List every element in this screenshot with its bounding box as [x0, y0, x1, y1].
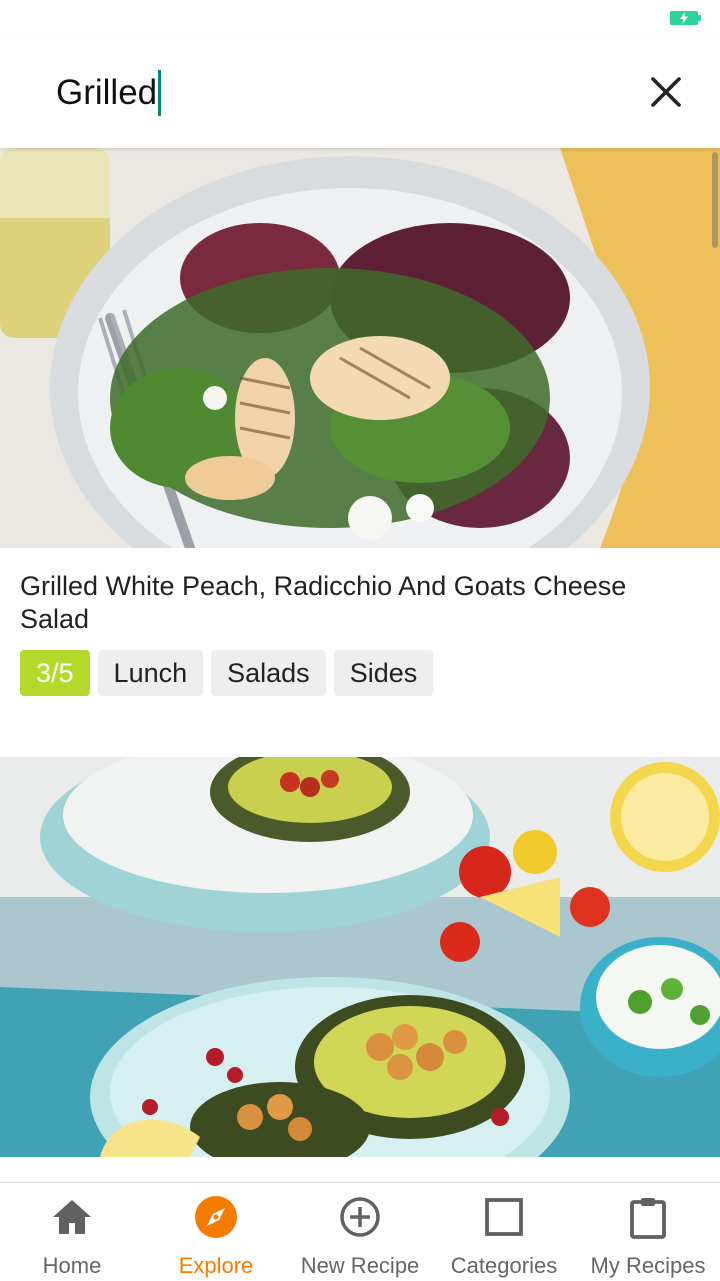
nav-item-my-recipes[interactable]: My Recipes	[576, 1183, 720, 1281]
home-icon	[50, 1195, 94, 1239]
nav-label: Explore	[178, 1253, 254, 1278]
nav-item-new-recipe[interactable]: New Recipe	[288, 1183, 432, 1281]
scrollbar-thumb[interactable]	[712, 152, 718, 248]
recipe-results-list[interactable]: Grilled White Peach, Radicchio And Goats…	[0, 148, 720, 1182]
status-bar	[0, 0, 720, 36]
search-input[interactable]: Grilled	[56, 70, 162, 116]
bottom-navigation: Home Explore New Recipe Categories My Re…	[0, 1182, 720, 1280]
recipe-card[interactable]: Grilled White Peach, Radicchio And Goats…	[0, 148, 720, 757]
tag-chip[interactable]: Salads	[211, 650, 326, 696]
nav-label: My Recipes	[590, 1253, 706, 1278]
recipe-card-body: Grilled White Peach, Radicchio And Goats…	[0, 548, 720, 757]
nav-label: Home	[42, 1253, 102, 1278]
recipe-title: Grilled White Peach, Radicchio And Goats…	[20, 571, 627, 634]
nav-item-categories[interactable]: Categories	[432, 1183, 576, 1281]
clipboard-icon	[626, 1195, 670, 1239]
recipe-image-grilled-peach-salad	[0, 148, 720, 548]
rating-badge: 3/5	[20, 650, 90, 696]
add-circle-icon	[338, 1195, 382, 1239]
text-caret	[158, 70, 162, 116]
nav-item-explore[interactable]: Explore	[144, 1183, 288, 1281]
recipe-tags: 3/5 Lunch Salads Sides	[20, 650, 700, 696]
search-query-text: Grilled	[56, 73, 158, 112]
tag-chip[interactable]: Lunch	[97, 650, 204, 696]
search-bar: Grilled	[0, 36, 720, 148]
nav-label: New Recipe	[300, 1253, 420, 1278]
square-icon	[482, 1195, 526, 1239]
nav-label: Categories	[450, 1253, 558, 1278]
nav-item-home[interactable]: Home	[0, 1183, 144, 1281]
close-icon	[651, 77, 681, 107]
recipe-card[interactable]	[0, 757, 720, 1157]
recipe-image-grilled-avocado	[0, 757, 720, 1157]
compass-icon	[194, 1195, 238, 1239]
battery-charging-icon	[670, 11, 701, 25]
tag-chip[interactable]: Sides	[333, 650, 434, 696]
clear-search-button[interactable]	[640, 66, 692, 118]
